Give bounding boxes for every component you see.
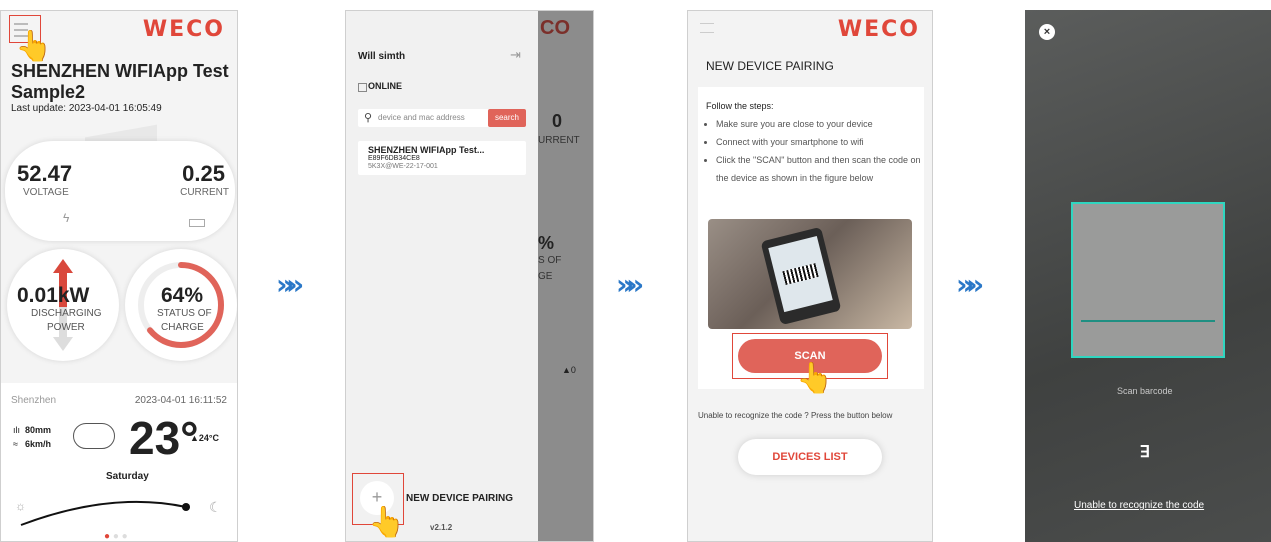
- current-value: 0.25: [182, 161, 225, 186]
- weco-logo-dimmed: CO: [540, 17, 570, 39]
- weather-wind: 6km/h: [25, 439, 52, 449]
- menu-icon[interactable]: [700, 23, 714, 33]
- bg-value: 0: [552, 111, 563, 131]
- weather-city: Shenzhen: [11, 395, 57, 406]
- soc-label-1: STATUS OF: [157, 308, 212, 319]
- weather-day: Saturday: [106, 471, 149, 482]
- logout-icon[interactable]: ⇥: [510, 47, 521, 63]
- moon-icon: ☾: [209, 499, 222, 515]
- device-item-mac: E89F6DB34CE8: [368, 155, 420, 162]
- devices-list-button[interactable]: DEVICES LIST: [738, 439, 882, 475]
- voltage-label: VOLTAGE: [23, 187, 69, 198]
- app-version: v2.1.2: [430, 523, 453, 532]
- dimmed-background: CO 0 URRENT % S OF GE ▲0: [538, 11, 593, 541]
- pairing-title: NEW DEVICE PAIRING: [706, 59, 834, 73]
- scan-example-photo: [708, 219, 912, 329]
- step-item: Click the "SCAN" button and then scan th…: [716, 151, 930, 187]
- search-box[interactable]: ⚲ device and mac address search: [358, 109, 526, 127]
- steps-list: Make sure you are close to your device C…: [692, 115, 930, 187]
- cloud-icon: [73, 423, 115, 449]
- soc-label-2: CHARGE: [161, 322, 204, 333]
- scan-line: [1081, 320, 1215, 322]
- device-list-item[interactable]: SHENZHEN WIFIApp Test... E89F6DB34CE8 5K…: [358, 141, 526, 175]
- bolt-icon: ϟ: [63, 211, 70, 225]
- drawer-user-name: Will simth: [358, 51, 406, 62]
- unable-text: Unable to recognize the code ? Press the…: [698, 411, 893, 420]
- sunrise-icon: ☼: [15, 499, 26, 513]
- power-label-2: POWER: [47, 322, 85, 333]
- screen-pairing: WECO NEW DEVICE PAIRING Follow the steps…: [687, 10, 933, 542]
- device-item-serial: 5K3X@WE-22-17-001: [368, 163, 438, 170]
- online-checkbox[interactable]: [358, 83, 367, 92]
- unable-recognize-link[interactable]: Unable to recognize the code: [1074, 500, 1204, 511]
- rain-icon: ılı: [13, 425, 21, 435]
- bg-of: S OF: [538, 255, 562, 266]
- power-label-1: DISCHARGING: [31, 308, 102, 319]
- voltage-value: 52.47: [17, 161, 73, 186]
- page-dots: ● ● ●: [104, 531, 128, 542]
- screen-dashboard: 👆 WECO SHENZHEN WIFIApp Test Sample2 Las…: [0, 10, 238, 542]
- battery-level-icon: [189, 219, 205, 227]
- screen-drawer: CO 0 URRENT % S OF GE ▲0 Will simth ⇥ ON…: [345, 10, 594, 542]
- steps-title: Follow the steps:: [706, 101, 774, 111]
- flow-arrow-2: »»: [616, 268, 644, 301]
- barcode-image: [782, 263, 819, 285]
- weco-logo: WECO: [837, 17, 920, 42]
- bg-ge: GE: [538, 271, 553, 282]
- last-update: Last update: 2023-04-01 16:05:49: [11, 103, 162, 114]
- flow-arrow-1: »»: [276, 268, 304, 301]
- wind-icon: ≈: [13, 439, 18, 449]
- step-item: Make sure you are close to your device: [716, 115, 930, 133]
- scan-barcode-label: Scan barcode: [1117, 386, 1173, 396]
- pointing-hand-icon: 👆: [15, 30, 53, 63]
- online-label: ONLINE: [368, 81, 403, 91]
- weather-temp-high: ▲24°C: [190, 433, 220, 443]
- current-label: CURRENT: [180, 187, 229, 198]
- device-item-name: SHENZHEN WIFIApp Test...: [368, 145, 485, 155]
- search-icon: ⚲: [364, 112, 373, 124]
- power-value: 0.01kW: [17, 284, 90, 307]
- soc-value: 64%: [161, 284, 204, 307]
- search-button[interactable]: search: [488, 109, 526, 127]
- sun-arc: [20, 500, 190, 526]
- bg-pct: %: [538, 233, 555, 253]
- phone-image: [760, 226, 842, 326]
- weather-temperature: 23°: [129, 412, 199, 464]
- pointing-hand-icon: 👆: [368, 506, 406, 539]
- device-title: SHENZHEN WIFIApp Test Sample2: [11, 61, 229, 102]
- weco-logo: WECO: [142, 17, 225, 42]
- flow-arrow-3: »»: [956, 268, 984, 301]
- pointing-hand-icon: 👆: [796, 362, 834, 395]
- search-input[interactable]: device and mac address: [378, 113, 465, 122]
- new-device-pairing-label: NEW DEVICE PAIRING: [406, 493, 514, 504]
- flashlight-icon[interactable]: ꓱ: [1140, 442, 1150, 462]
- screen-scanner: × Scan barcode ꓱ Unable to recognize the…: [1025, 10, 1271, 542]
- bg-current: URRENT: [538, 135, 580, 146]
- step-item: Connect with your smartphone to wifi: [716, 133, 930, 151]
- close-icon[interactable]: ×: [1039, 24, 1055, 40]
- bg-up: ▲0: [562, 365, 576, 375]
- scan-frame: [1071, 202, 1225, 358]
- weather-datetime: 2023-04-01 16:11:52: [134, 395, 227, 406]
- weather-rain: 80mm: [25, 425, 52, 435]
